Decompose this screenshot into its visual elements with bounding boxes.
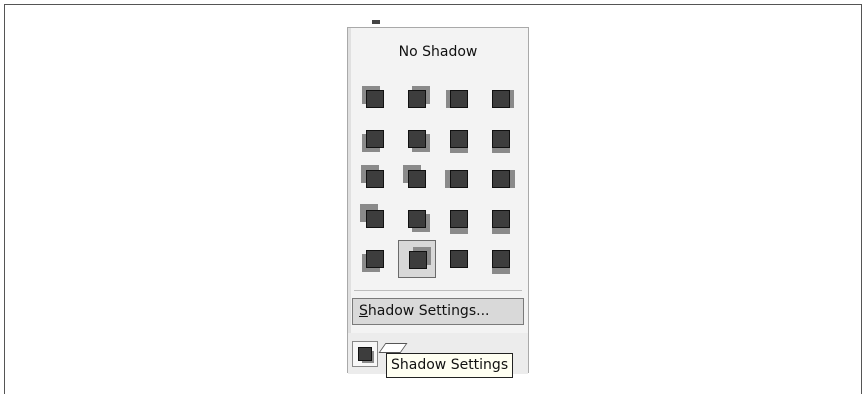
shadow-style-4[interactable] — [482, 80, 520, 118]
parallelogram-icon[interactable] — [378, 343, 408, 353]
shadow-swatch-shape — [408, 90, 426, 108]
shadow-swatch-shape — [492, 130, 510, 148]
shadow-swatch-shape — [408, 170, 426, 188]
shadow-style-20[interactable] — [482, 240, 520, 278]
shadow-style-8[interactable] — [482, 120, 520, 158]
shadow-style-17[interactable] — [356, 240, 394, 278]
shadow-style-5[interactable] — [356, 120, 394, 158]
shadow-swatch-shape — [409, 251, 427, 269]
shadow-swatch-shape — [408, 210, 426, 228]
shadow-style-3[interactable] — [440, 80, 478, 118]
shadow-swatch-shape — [366, 250, 384, 268]
shadow-style-13[interactable] — [356, 200, 394, 238]
panel-drag-edge — [348, 28, 351, 372]
shadow-swatch-shape — [366, 130, 384, 148]
shadow-swatch-shape — [366, 210, 384, 228]
shadow-style-12[interactable] — [482, 160, 520, 198]
shadow-icon — [358, 347, 372, 361]
shadow-style-1[interactable] — [356, 80, 394, 118]
shadow-swatch-shape — [450, 170, 468, 188]
shadow-settings-tooltip: Shadow Settings — [386, 353, 514, 378]
shadow-settings-label: hadow Settings... — [367, 303, 490, 319]
menu-arrow-mark — [372, 20, 380, 24]
shadow-swatch-shape — [366, 90, 384, 108]
menu-separator — [354, 290, 522, 291]
shadow-settings-menu-item[interactable]: Shadow Settings... — [352, 298, 524, 325]
shadow-swatch-shape — [492, 250, 510, 268]
shadow-style-9[interactable] — [356, 160, 394, 198]
shadow-style-15[interactable] — [440, 200, 478, 238]
shadow-style-18[interactable] — [398, 240, 436, 278]
shadow-style-button[interactable] — [352, 341, 378, 367]
shadow-settings-accelerator: S — [359, 303, 368, 319]
shadow-swatch-shape — [450, 130, 468, 148]
shadow-style-16[interactable] — [482, 200, 520, 238]
shadow-swatch-shape — [408, 130, 426, 148]
shadow-style-19[interactable] — [440, 240, 478, 278]
no-shadow-option[interactable]: No Shadow — [348, 44, 528, 60]
shadow-swatch-shape — [366, 170, 384, 188]
shadow-style-14[interactable] — [398, 200, 436, 238]
shadow-style-11[interactable] — [440, 160, 478, 198]
shadow-style-palette: No Shadow Shadow Settings... — [347, 27, 529, 374]
shadow-swatch-shape — [450, 90, 468, 108]
shadow-style-2[interactable] — [398, 80, 436, 118]
shadow-style-7[interactable] — [440, 120, 478, 158]
shadow-style-10[interactable] — [398, 160, 436, 198]
shadow-style-6[interactable] — [398, 120, 436, 158]
shadow-swatch-shape — [492, 210, 510, 228]
shadow-swatch-shape — [492, 90, 510, 108]
shadow-swatch-shape — [492, 170, 510, 188]
shadow-swatch-shape — [450, 250, 468, 268]
shadow-swatch-shape — [450, 210, 468, 228]
